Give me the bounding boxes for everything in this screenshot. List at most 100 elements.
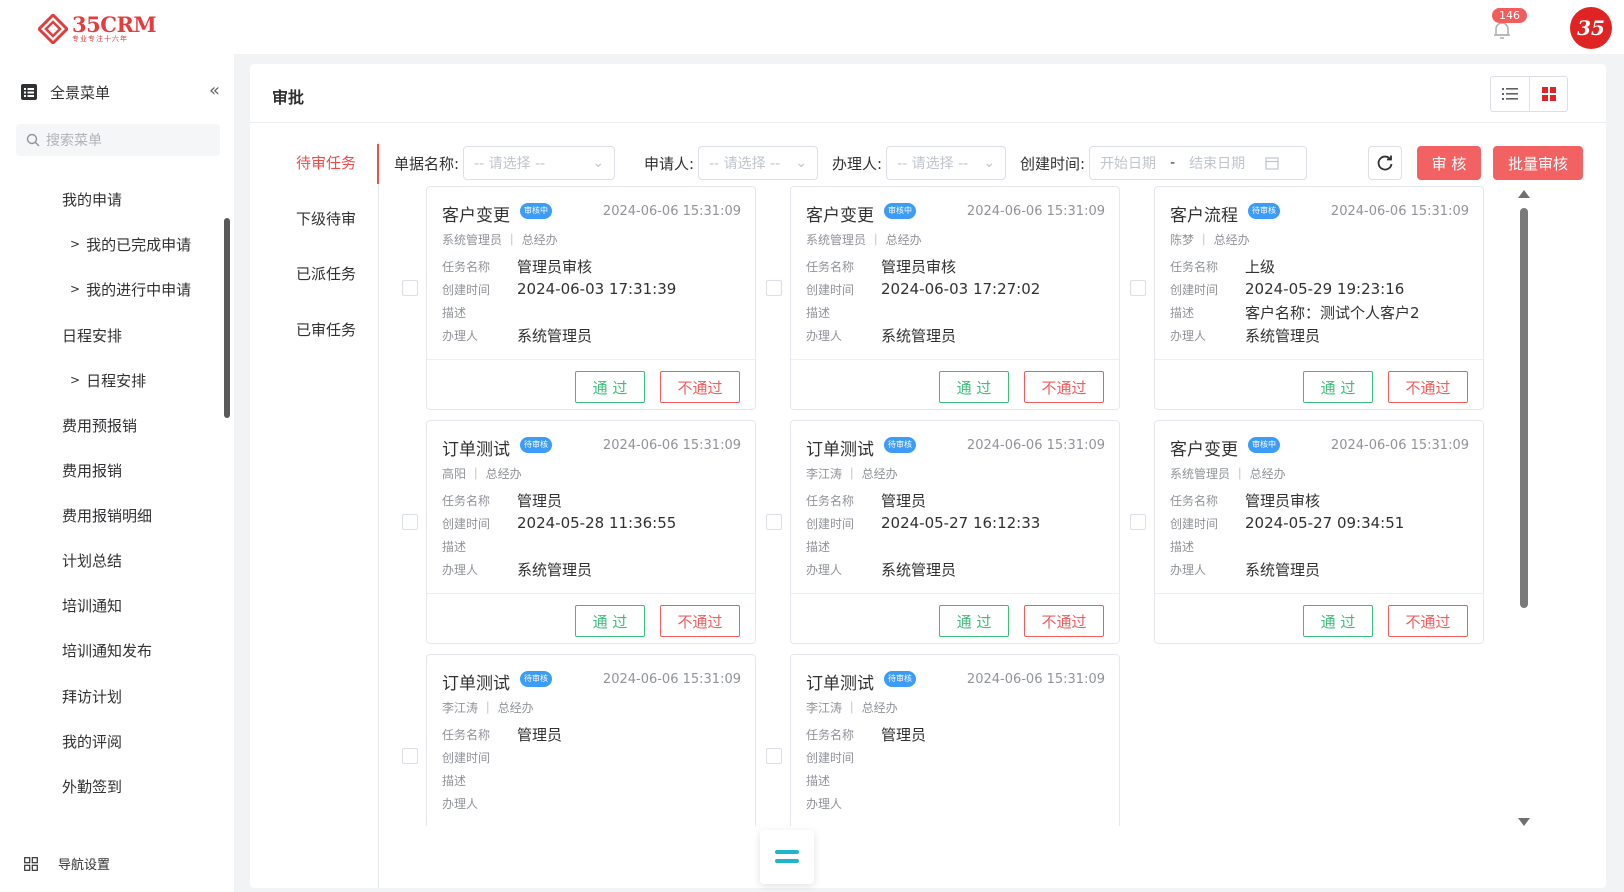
reject-button[interactable]: 不通过 (660, 371, 740, 403)
applicant-select[interactable]: -- 请选择 -- ⌄ (698, 146, 819, 180)
sidebar-item[interactable]: > 我的已完成申请 (70, 229, 191, 259)
floating-menu-button[interactable] (760, 830, 814, 884)
card-checkbox[interactable] (766, 514, 782, 530)
card-divider (791, 593, 1119, 594)
field-value: 管理员 (517, 725, 563, 744)
handler-select[interactable]: -- 请选择 -- ⌄ (886, 146, 1007, 180)
doc-name-select[interactable]: -- 请选择 -- ⌄ (463, 146, 616, 180)
approve-button[interactable]: 通 过 (575, 371, 645, 403)
field-handler: 办理人 (442, 792, 517, 814)
approve-button[interactable]: 通 过 (1303, 605, 1373, 637)
approve-button[interactable]: 通 过 (1303, 371, 1373, 403)
sidebar-item[interactable]: 费用预报销 (62, 410, 137, 440)
field-label: 描述 (806, 539, 831, 554)
card-divider (1155, 359, 1483, 360)
card-checkbox[interactable] (766, 748, 782, 764)
tab-pending[interactable]: 待审任务 (296, 148, 356, 178)
sidebar-item-label: 费用预报销 (62, 416, 138, 435)
approval-card: 订单测试 待审核 2024-06-06 15:31:09 李江涛 ｜ 总经办 任务名称 管… (790, 420, 1120, 644)
menu-list: 我的申请 > 我的已完成申请 > 我的进行中申请 日程安排 > 日程安排 费用预报销 费用报销 费用… (0, 164, 222, 824)
brand-logo[interactable]: 35CRM 专业专注十六年 (38, 14, 157, 44)
tab-subordinate-pending[interactable]: 下级待审 (296, 204, 356, 234)
field-value: 管理员 (881, 491, 927, 510)
card-checkbox[interactable] (766, 280, 782, 296)
field-desc: 描述 (806, 301, 881, 323)
search-placeholder: 搜索菜单 (46, 133, 102, 149)
doc-name-filter: 单据名称: -- 请选择 -- ⌄ (394, 146, 616, 180)
sidebar-item[interactable]: 计划总结 (62, 545, 122, 575)
avatar[interactable]: 35 (1570, 7, 1612, 49)
card-checkbox[interactable] (402, 514, 418, 530)
tab-reviewed[interactable]: 已审任务 (296, 315, 356, 345)
batch-review-button[interactable]: 批量审核 (1493, 146, 1583, 180)
field-value: 客户名称：测试个人客户2 (1245, 303, 1420, 322)
sidebar-item-label: 我的进行中申请 (86, 280, 192, 299)
end-date-placeholder: 结束日期 (1189, 156, 1246, 172)
reject-button[interactable]: 不通过 (660, 605, 740, 637)
card-checkbox[interactable] (1130, 280, 1146, 296)
field-label: 创建时间 (442, 750, 491, 765)
scroll-up-arrow-icon[interactable] (1518, 190, 1530, 198)
card-title: 订单测试 (806, 674, 874, 694)
tab-assigned[interactable]: 已派任务 (296, 259, 356, 289)
nav-settings-button[interactable]: 导航设置 (24, 854, 110, 873)
sidebar-item-label: 我的申请 (62, 190, 123, 209)
approve-button[interactable]: 通 过 (939, 605, 1009, 637)
card-timestamp: 2024-06-06 15:31:09 (1330, 204, 1469, 219)
card-checkbox[interactable] (402, 280, 418, 296)
card-title: 客户变更 (442, 206, 510, 226)
applicant-dept: 总经办 (861, 467, 898, 481)
reject-button[interactable]: 不通过 (1388, 605, 1468, 637)
field-desc: 描述 客户名称：测试个人客户2 (1170, 301, 1420, 323)
sidebar-item[interactable]: 我的申请 (62, 184, 122, 214)
field-desc: 描述 (1170, 535, 1245, 557)
sidebar-item[interactable]: 拜访计划 (62, 681, 122, 711)
sidebar-item-label: 日程安排 (86, 371, 147, 390)
chevron-down-icon: ⌄ (983, 155, 996, 171)
approve-button[interactable]: 通 过 (575, 605, 645, 637)
field-label: 任务名称 (806, 259, 855, 274)
field-desc: 描述 (442, 535, 517, 557)
sidebar-item[interactable]: > 日程安排 (70, 365, 146, 395)
field-label: 创建时间 (806, 516, 855, 531)
reject-button[interactable]: 不通过 (1024, 371, 1104, 403)
review-button[interactable]: 审 核 (1417, 146, 1481, 180)
field-value: 管理员 (881, 725, 927, 744)
menu-search-input[interactable]: 搜索菜单 (16, 124, 220, 156)
scrollbar-thumb[interactable] (1520, 208, 1528, 608)
list-view-button[interactable] (1491, 77, 1529, 111)
field-value: 管理员审核 (517, 257, 593, 276)
sidebar-item[interactable]: 日程安排 (62, 320, 122, 350)
field-label: 办理人 (1170, 562, 1207, 577)
sidebar-item[interactable]: 费用报销明细 (62, 500, 152, 530)
sidebar-item[interactable]: 培训通知 (62, 590, 122, 620)
card-checkbox[interactable] (402, 748, 418, 764)
field-desc: 描述 (442, 769, 517, 791)
content-scrollbar[interactable] (1517, 190, 1531, 830)
menu-list-icon (21, 84, 37, 100)
card-view-button[interactable] (1529, 77, 1567, 111)
handler-filter: 办理人: -- 请选择 -- ⌄ (832, 146, 1007, 180)
separator: ｜ (842, 701, 862, 715)
collapse-menu-icon[interactable]: « (209, 80, 220, 101)
status-badge: 审核中 (520, 203, 552, 219)
refresh-button[interactable] (1368, 146, 1402, 180)
date-range-picker[interactable]: 开始日期 - 结束日期 (1089, 146, 1308, 180)
card-applicant: 高阳 ｜ 总经办 (442, 465, 522, 482)
applicant-dept: 总经办 (497, 701, 534, 715)
field-handler: 办理人 系统管理员 (806, 324, 956, 346)
sidebar-item[interactable]: 培训通知发布 (62, 635, 152, 665)
sidebar-scrollbar[interactable] (224, 218, 230, 418)
field-value: 上级 (1245, 257, 1276, 276)
reject-button[interactable]: 不通过 (1388, 371, 1468, 403)
approval-card: 客户变更 审核中 2024-06-06 15:31:09 系统管理员 ｜ 总经办 任务名… (426, 186, 756, 410)
sidebar-item[interactable]: 我的评阅 (62, 726, 122, 756)
scroll-down-arrow-icon[interactable] (1518, 818, 1530, 826)
reject-button[interactable]: 不通过 (1024, 605, 1104, 637)
sidebar-item[interactable]: > 我的进行中申请 (70, 274, 191, 304)
card-checkbox[interactable] (1130, 514, 1146, 530)
grid-icon (24, 856, 38, 871)
sidebar-item[interactable]: 外勤签到 (62, 771, 122, 801)
sidebar-item[interactable]: 费用报销 (62, 455, 122, 485)
approve-button[interactable]: 通 过 (939, 371, 1009, 403)
